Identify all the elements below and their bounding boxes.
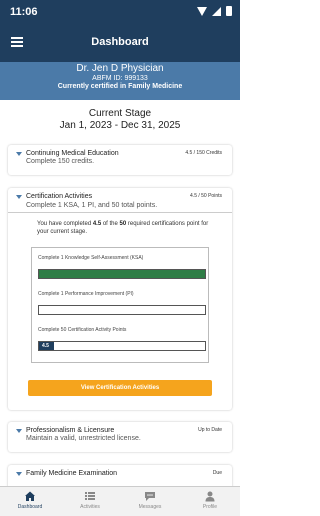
progress-fill: 4.5: [39, 342, 54, 350]
wifi-icon: [197, 6, 207, 16]
requirements-box: Complete 1 Knowledge Self-Assessment (KS…: [31, 247, 209, 363]
page-title: Dashboard: [91, 36, 149, 48]
card-description: Complete 1 KSA, 1 PI, and 50 total point…: [26, 202, 158, 209]
certification-activities-card[interactable]: Certification Activities 4.5 / 50 Points…: [8, 188, 232, 410]
nav-label: Profile: [202, 504, 218, 510]
points-summary: You have completed 4.5 of the 50 require…: [37, 221, 209, 235]
card-description: Complete 150 credits.: [26, 158, 95, 165]
completed-points: 4.5: [92, 221, 102, 227]
requirement-pi: Complete 1 Performance Improvement (PI): [38, 291, 206, 315]
current-stage: Current Stage Jan 1, 2023 - Dec 31, 2025: [0, 108, 240, 131]
cme-card[interactable]: Continuing Medical Education 4.5 / 150 C…: [8, 145, 232, 175]
requirement-label: Complete 1 Performance Improvement (PI): [38, 291, 134, 297]
app-bar: Dashboard: [0, 24, 240, 62]
progress-bar: [38, 305, 206, 315]
stage-label: Current Stage: [88, 108, 152, 119]
stage-date-range: Jan 1, 2023 - Dec 31, 2025: [59, 120, 181, 131]
chevron-down-icon: [16, 195, 22, 199]
chevron-down-icon: [16, 472, 22, 476]
card-divider: [8, 212, 232, 213]
chevron-down-icon: [16, 429, 22, 433]
abfm-id: ABFM ID: 999133: [92, 75, 148, 82]
physician-name: Dr. Jen D Physician: [76, 63, 164, 74]
nav-label: Activities: [80, 504, 100, 510]
requirement-label: Complete 50 Certification Activity Point…: [38, 327, 127, 333]
nav-messages[interactable]: Messages: [120, 487, 180, 516]
person-icon: [205, 491, 215, 502]
bottom-nav: Dashboard Activities Messages Profile: [0, 486, 240, 516]
nav-label: Messages: [138, 504, 162, 510]
requirement-points: Complete 50 Certification Activity Point…: [38, 327, 206, 351]
progress-bar: 4.5: [38, 341, 206, 351]
battery-icon: [226, 6, 232, 16]
progress-bar: [38, 269, 206, 279]
progress-value: 4.5: [42, 343, 49, 349]
chevron-down-icon: [16, 152, 22, 156]
requirement-label: Complete 1 Knowledge Self-Assessment (KS…: [38, 255, 144, 261]
card-title: Family Medicine Examination: [26, 470, 118, 477]
profile-banner: Dr. Jen D Physician ABFM ID: 999133 Curr…: [0, 62, 240, 100]
nav-dashboard[interactable]: Dashboard: [0, 487, 60, 516]
view-certification-activities-button[interactable]: View Certification Activities: [28, 380, 212, 396]
nav-activities[interactable]: Activities: [60, 487, 120, 516]
card-title: Professionalism & Licensure: [26, 427, 115, 434]
card-title: Continuing Medical Education: [26, 150, 119, 157]
card-status: 4.5 / 50 Points: [190, 193, 222, 199]
requirement-ksa: Complete 1 Knowledge Self-Assessment (KS…: [38, 255, 206, 279]
list-icon: [85, 492, 95, 500]
signal-icon: [212, 6, 221, 16]
card-title: Certification Activities: [26, 193, 93, 200]
status-icons: [197, 6, 232, 16]
licensure-card[interactable]: Professionalism & Licensure Up to Date M…: [8, 422, 232, 452]
card-description: Maintain a valid, unrestricted license.: [26, 435, 141, 442]
home-icon: [25, 491, 35, 501]
nav-profile[interactable]: Profile: [180, 487, 240, 516]
progress-fill: [39, 270, 205, 278]
certification-status: Currently certified in Family Medicine: [57, 83, 183, 90]
nav-label: Dashboard: [17, 504, 43, 510]
card-status: Due: [212, 470, 222, 476]
card-status: 4.5 / 150 Credits: [185, 150, 222, 156]
status-bar: 11:06: [0, 0, 240, 24]
chat-icon: [145, 492, 155, 501]
status-time: 11:06: [10, 6, 38, 18]
card-status: Up to Date: [198, 427, 222, 433]
